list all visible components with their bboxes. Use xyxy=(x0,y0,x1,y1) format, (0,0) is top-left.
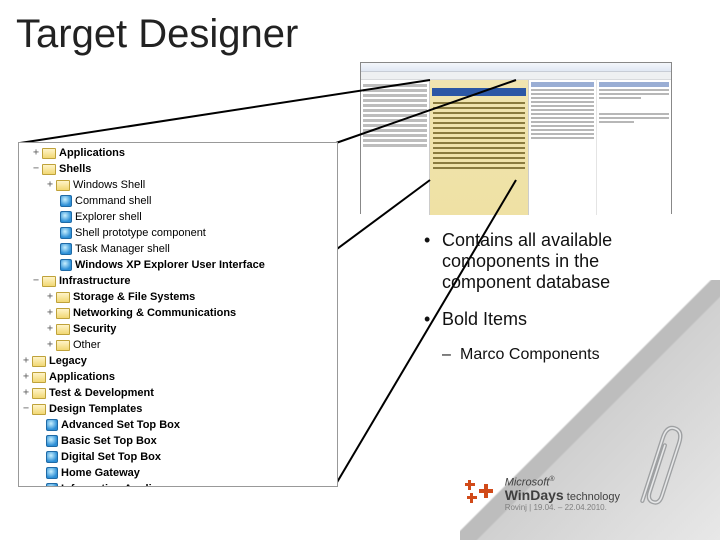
tree-item-infrastructure[interactable]: −Infrastructure xyxy=(21,273,337,289)
tree-item-shells[interactable]: −Shells xyxy=(21,161,337,177)
tree-item-security[interactable]: +Security xyxy=(21,321,337,337)
bullet-1: Contains all available comoponents in th… xyxy=(420,230,690,293)
folder-icon xyxy=(56,340,70,351)
tree-label: Other xyxy=(73,337,101,353)
tree-label: Shells xyxy=(59,161,91,177)
tree-item-digital-stb[interactable]: Digital Set Top Box xyxy=(21,449,337,465)
component-icon xyxy=(46,419,58,431)
tree-label: Command shell xyxy=(75,193,151,209)
bullet-list: Contains all available comoponents in th… xyxy=(420,230,690,364)
bullet-2: Bold Items xyxy=(420,309,690,330)
tree-item-adv-stb[interactable]: Advanced Set Top Box xyxy=(21,417,337,433)
tree-label: Networking & Communications xyxy=(73,305,236,321)
component-icon xyxy=(60,243,72,255)
component-icon xyxy=(60,195,72,207)
tree-label: Windows Shell xyxy=(73,177,145,193)
tree-label: Applications xyxy=(59,145,125,161)
tree-label: Storage & File Systems xyxy=(73,289,195,305)
tree-label: Infrastructure xyxy=(59,273,131,289)
tree-item-storage-fs[interactable]: +Storage & File Systems xyxy=(21,289,337,305)
component-tree-panel: +Applications −Shells +Windows Shell Com… xyxy=(18,142,338,487)
tree-item-task-manager-shell[interactable]: Task Manager shell xyxy=(21,241,337,257)
logo-text: Microsoft®WinDays technology xyxy=(505,474,620,503)
tree-label: Digital Set Top Box xyxy=(61,449,161,465)
tree-item-legacy[interactable]: +Legacy xyxy=(21,353,337,369)
folder-icon xyxy=(42,148,56,159)
tree-label: Shell prototype component xyxy=(75,225,206,241)
tree-label: Information Appliance xyxy=(61,481,177,487)
tree-label: Test & Development xyxy=(49,385,154,401)
component-tree: +Applications −Shells +Windows Shell Com… xyxy=(19,143,337,487)
event-logo: Microsoft®WinDays technology Rovinj | 19… xyxy=(461,474,620,512)
tree-label: Advanced Set Top Box xyxy=(61,417,180,433)
tree-label: Explorer shell xyxy=(75,209,142,225)
component-icon xyxy=(46,451,58,463)
component-icon xyxy=(60,259,72,271)
tree-label: Legacy xyxy=(49,353,87,369)
tree-item-design-templates[interactable]: −Design Templates xyxy=(21,401,337,417)
tree-item-info-appliance[interactable]: Information Appliance xyxy=(21,481,337,487)
tree-item-xp-explorer-ui[interactable]: Windows XP Explorer User Interface xyxy=(21,257,337,273)
component-icon xyxy=(60,227,72,239)
tree-label: Home Gateway xyxy=(61,465,140,481)
tree-item-home-gateway[interactable]: Home Gateway xyxy=(21,465,337,481)
tree-item-basic-stb[interactable]: Basic Set Top Box xyxy=(21,433,337,449)
tree-item-other[interactable]: +Other xyxy=(21,337,337,353)
tree-label: Basic Set Top Box xyxy=(61,433,157,449)
folder-icon xyxy=(32,404,46,415)
folder-icon xyxy=(32,372,46,383)
logo-dates: Rovinj | 19.04. – 22.04.2010. xyxy=(505,503,620,512)
tree-label: Design Templates xyxy=(49,401,142,417)
slide: Target Designer +Applications −Shells +W… xyxy=(0,0,720,540)
folder-icon xyxy=(56,324,70,335)
component-icon xyxy=(46,467,58,479)
component-icon xyxy=(60,211,72,223)
tree-item-applications2[interactable]: +Applications xyxy=(21,369,337,385)
folder-icon xyxy=(56,308,70,319)
tree-label: Applications xyxy=(49,369,115,385)
logo-mark-icon xyxy=(461,478,497,508)
tree-item-explorer-shell[interactable]: Explorer shell xyxy=(21,209,337,225)
tree-item-command-shell[interactable]: Command shell xyxy=(21,193,337,209)
tree-label: Task Manager shell xyxy=(75,241,170,257)
bullet-2a: Marco Components xyxy=(420,346,690,364)
folder-icon xyxy=(32,356,46,367)
tree-item-applications[interactable]: +Applications xyxy=(21,145,337,161)
tree-item-windows-shell[interactable]: +Windows Shell xyxy=(21,177,337,193)
folder-icon xyxy=(56,180,70,191)
app-screenshot-thumbnail xyxy=(360,62,672,214)
component-icon xyxy=(46,435,58,447)
folder-icon xyxy=(42,276,56,287)
tree-item-test-dev[interactable]: +Test & Development xyxy=(21,385,337,401)
tree-item-shell-prototype[interactable]: Shell prototype component xyxy=(21,225,337,241)
folder-icon xyxy=(56,292,70,303)
folder-icon xyxy=(42,164,56,175)
folder-icon xyxy=(32,388,46,399)
tree-label: Security xyxy=(73,321,116,337)
component-icon xyxy=(46,483,58,487)
tree-item-networking[interactable]: +Networking & Communications xyxy=(21,305,337,321)
slide-title: Target Designer xyxy=(0,0,720,57)
tree-label: Windows XP Explorer User Interface xyxy=(75,257,265,273)
